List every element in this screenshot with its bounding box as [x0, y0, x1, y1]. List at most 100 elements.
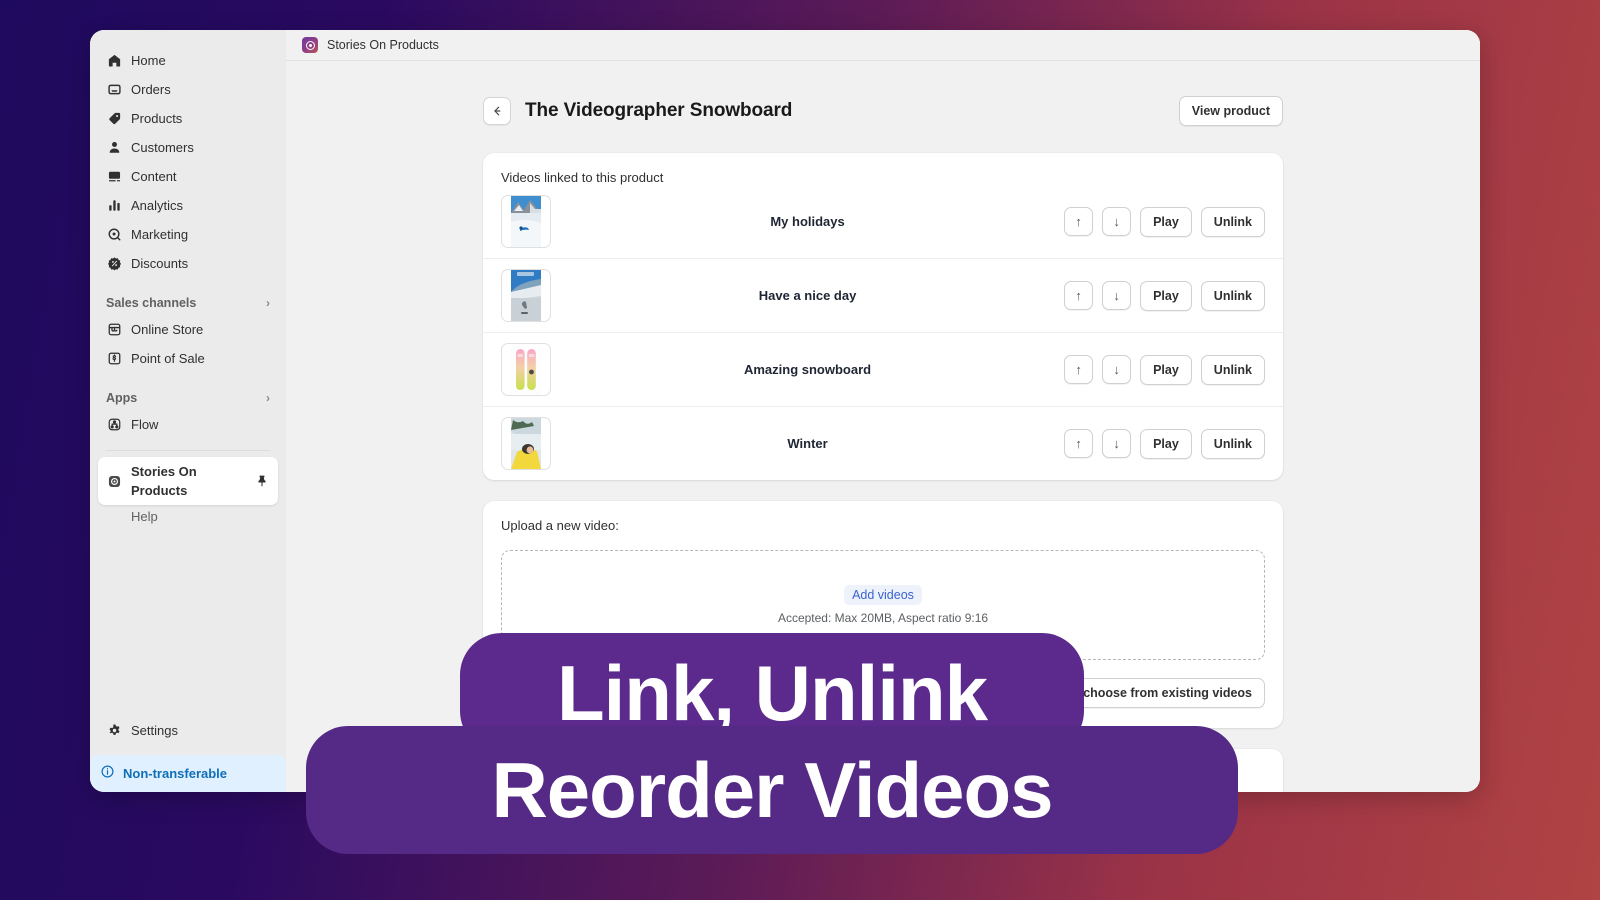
move-down-button[interactable]: ↓ [1102, 281, 1132, 310]
arrow-left-icon [494, 106, 501, 116]
app-window: Home Orders Products Customers Content A… [90, 30, 1480, 792]
snowy-mountain-skier-thumbnail[interactable] [501, 195, 551, 248]
sidebar-item-label: Orders [131, 82, 171, 97]
upload-label: Upload a new video: [501, 518, 619, 533]
chevron-right-icon: › [266, 391, 270, 405]
yellow-jacket-snow-thumbnail[interactable] [501, 417, 551, 470]
move-up-button[interactable]: ↑ [1064, 207, 1094, 236]
move-up-button[interactable]: ↑ [1064, 281, 1094, 310]
video-title: Winter [787, 436, 828, 451]
sidebar-item-label: Content [131, 169, 177, 184]
table-row: My holidays ↑ ↓ Play Unlink [483, 185, 1283, 259]
sidebar-item-stories-on-products[interactable]: Stories On Products [98, 457, 278, 505]
sidebar-bottom: Settings Non-transferable [90, 716, 286, 792]
unlink-button[interactable]: Unlink [1200, 428, 1265, 459]
marketing-target-icon [106, 227, 122, 243]
section-title: Sales channels [106, 296, 197, 310]
sidebar-divider [106, 450, 270, 451]
unlink-button[interactable]: Unlink [1200, 280, 1265, 311]
play-button[interactable]: Play [1140, 280, 1192, 311]
move-up-button[interactable]: ↑ [1064, 355, 1094, 384]
sidebar-item-label: Settings [131, 723, 178, 738]
move-down-button[interactable]: ↓ [1102, 207, 1132, 236]
analytics-bars-icon [106, 198, 122, 214]
accepted-formats-text: Accepted: Max 20MB, Aspect ratio 9:16 [777, 611, 989, 625]
sidebar-item-flow[interactable]: Flow [98, 410, 278, 439]
sidebar-item-point-of-sale[interactable]: Point of Sale [98, 344, 278, 373]
video-title: My holidays [770, 214, 845, 229]
move-down-button[interactable]: ↓ [1102, 429, 1132, 458]
video-title: Have a nice day [758, 288, 857, 303]
app-topbar: Stories On Products [286, 30, 1480, 61]
flow-icon [106, 417, 122, 433]
sidebar-item-label: Online Store [131, 322, 204, 337]
content-scroll-region[interactable]: The Videographer Snowboard View product … [286, 61, 1480, 792]
point-of-sale-icon [106, 351, 122, 367]
page-title: The Videographer Snowboard [525, 100, 793, 121]
sidebar-item-discounts[interactable]: Discounts [98, 249, 278, 278]
upload-video-card: Upload a new video: Add videos Accepted:… [483, 501, 1283, 728]
play-button[interactable]: Play [1140, 354, 1192, 385]
gear-icon [106, 723, 122, 739]
blue-sky-snow-slope-thumbnail[interactable] [501, 269, 551, 322]
info-circle-icon [100, 764, 115, 782]
sidebar-item-label: Products [131, 111, 183, 126]
sidebar-item-online-store[interactable]: Online Store [98, 315, 278, 344]
sidebar-item-content[interactable]: Content [98, 162, 278, 191]
customer-person-icon [106, 140, 122, 156]
sidebar-item-analytics[interactable]: Analytics [98, 191, 278, 220]
pin-icon[interactable] [254, 473, 270, 489]
play-button[interactable]: Play [1140, 206, 1192, 237]
row-actions: ↑ ↓ Play Unlink [1064, 280, 1265, 311]
app-title: Stories On Products [327, 38, 439, 52]
status-badge-non-transferable: Non-transferable [90, 755, 286, 792]
sidebar-item-help[interactable]: Help [98, 505, 278, 528]
unlink-button[interactable]: Unlink [1200, 354, 1265, 385]
next-card-partial [483, 749, 1283, 792]
storefront-icon [106, 322, 122, 338]
row-actions: ↑ ↓ Play Unlink [1064, 206, 1265, 237]
sidebar-section-apps[interactable]: Apps › [98, 386, 278, 410]
sidebar-item-label: Analytics [131, 198, 184, 213]
add-videos-button[interactable]: Add videos [844, 585, 922, 605]
video-dropzone[interactable]: Add videos Accepted: Max 20MB, Aspect ra… [501, 550, 1265, 660]
sidebar-item-label: Discounts [131, 256, 189, 271]
unlink-button[interactable]: Unlink [1200, 206, 1265, 237]
chevron-right-icon: › [266, 296, 270, 310]
orders-inbox-icon [106, 82, 122, 98]
play-button[interactable]: Play [1140, 428, 1192, 459]
sidebar-item-label: Flow [131, 417, 159, 432]
content-image-icon [106, 169, 122, 185]
sidebar-section-sales-channels[interactable]: Sales channels › [98, 291, 278, 315]
sidebar-item-settings[interactable]: Settings [98, 716, 278, 745]
video-title: Amazing snowboard [743, 362, 872, 377]
pink-green-snowboards-thumbnail[interactable] [501, 343, 551, 396]
table-row: Amazing snowboard ↑ ↓ Play Unlink [483, 333, 1283, 407]
page-header: The Videographer Snowboard View product [483, 96, 1283, 126]
section-title: Apps [106, 391, 138, 405]
move-up-button[interactable]: ↑ [1064, 429, 1094, 458]
move-down-button[interactable]: ↓ [1102, 355, 1132, 384]
status-badge-label: Non-transferable [123, 765, 228, 781]
home-icon [106, 53, 122, 69]
sidebar-item-customers[interactable]: Customers [98, 133, 278, 162]
sidebar-item-orders[interactable]: Orders [98, 75, 278, 104]
sidebar-item-home[interactable]: Home [98, 46, 278, 75]
stories-app-icon [106, 473, 122, 489]
sidebar-item-label: Customers [131, 140, 194, 155]
choose-existing-videos-button[interactable]: Or choose from existing videos [1052, 678, 1265, 708]
sidebar-item-products[interactable]: Products [98, 104, 278, 133]
sidebar-item-marketing[interactable]: Marketing [98, 220, 278, 249]
back-button[interactable] [483, 97, 511, 125]
table-row: Have a nice day ↑ ↓ Play Unlink [483, 259, 1283, 333]
linked-videos-card: Videos linked to this product My holiday… [483, 153, 1283, 480]
discount-badge-icon [106, 256, 122, 272]
stories-app-icon [302, 37, 318, 53]
sidebar-item-label: Home [131, 53, 166, 68]
main-area: Stories On Products The Videographer Sno… [286, 30, 1480, 792]
row-actions: ↑ ↓ Play Unlink [1064, 354, 1265, 385]
sidebar-item-label: Marketing [131, 227, 189, 242]
product-tag-icon [106, 111, 122, 127]
row-actions: ↑ ↓ Play Unlink [1064, 428, 1265, 459]
view-product-button[interactable]: View product [1178, 96, 1283, 126]
